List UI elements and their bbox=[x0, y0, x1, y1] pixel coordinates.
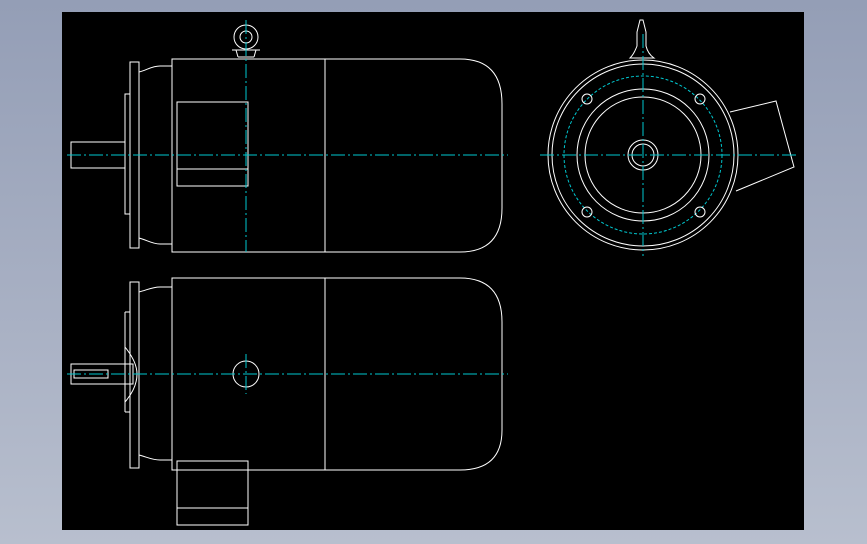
top-fitting bbox=[628, 19, 656, 59]
side-view-bottom bbox=[67, 277, 508, 526]
terminal-box bbox=[176, 101, 249, 187]
bolt-hole bbox=[581, 93, 593, 105]
side-terminal-box bbox=[729, 100, 795, 192]
mounting-flange-bottom bbox=[124, 281, 140, 469]
end-view bbox=[540, 19, 796, 256]
cad-drawing: .ln { fill: none; stroke: #ffffff; strok… bbox=[67, 19, 796, 526]
bolt-hole bbox=[581, 206, 593, 218]
bolt-hole bbox=[694, 93, 706, 105]
bolt-hole bbox=[694, 206, 706, 218]
side-view-top bbox=[67, 20, 508, 253]
cad-viewport[interactable]: .ln { fill: none; stroke: #ffffff; strok… bbox=[62, 12, 804, 530]
terminal-box-bottom bbox=[176, 460, 249, 526]
